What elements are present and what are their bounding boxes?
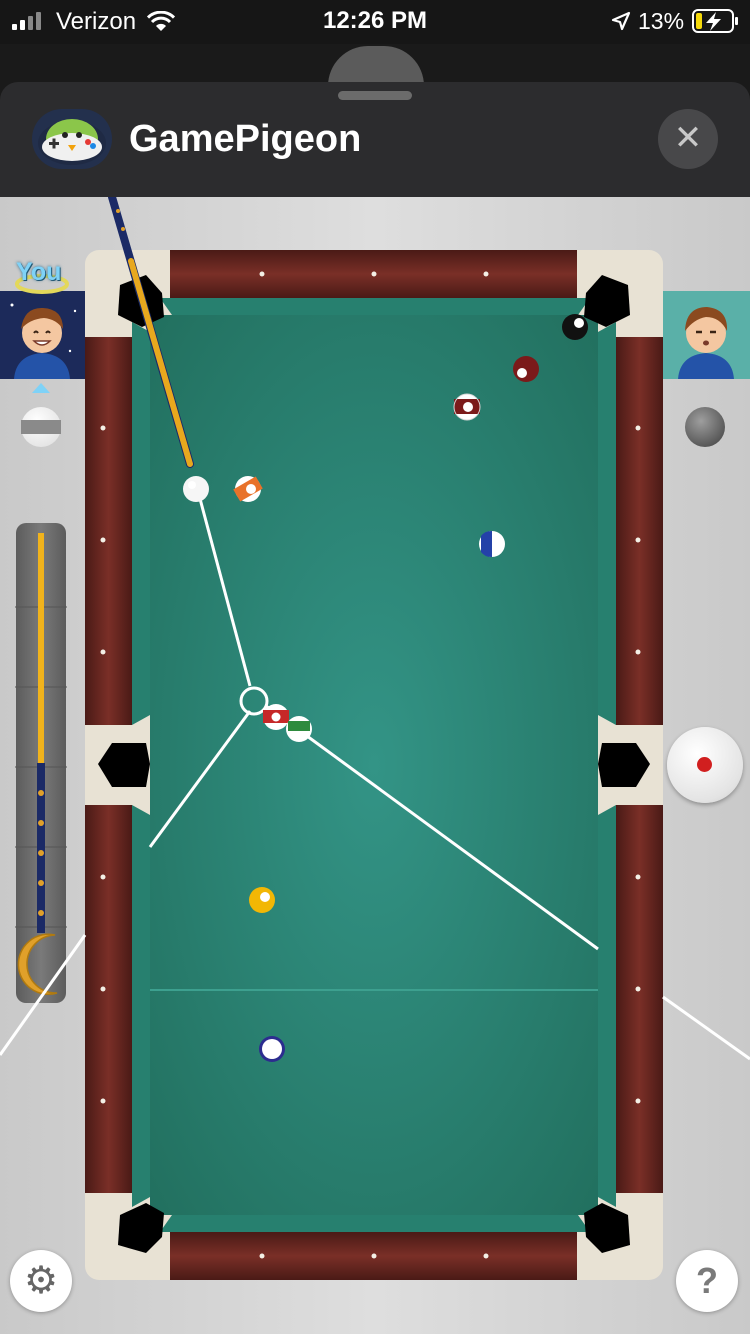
ball-8 (562, 314, 588, 340)
ball-14 (286, 716, 312, 742)
battery-charging-icon (692, 9, 738, 33)
cue-spin-button[interactable] (667, 727, 743, 803)
cue-ball (183, 476, 209, 502)
ball-15 (453, 393, 481, 421)
location-arrow-icon (611, 11, 631, 31)
ball-1 (249, 887, 275, 913)
battery-percent: 13% (638, 8, 685, 34)
ball-2 (259, 1036, 285, 1062)
ball-10 (479, 530, 505, 558)
pool-table[interactable] (0, 197, 750, 1334)
spin-point-indicator (697, 757, 712, 772)
app-sheet-header: GamePigeon ✕ (0, 82, 750, 197)
ball-11 (263, 704, 289, 730)
gamepigeon-logo (32, 109, 112, 169)
question-mark-icon: ? (696, 1260, 718, 1301)
app-title: GamePigeon (129, 118, 362, 160)
pool-game-area: You ⚙ ? (0, 197, 750, 1334)
status-bar: Verizon 12:26 PM 13% (0, 0, 750, 44)
gear-icon: ⚙ (23, 1260, 59, 1302)
ball-7 (513, 356, 539, 382)
close-button[interactable]: ✕ (658, 109, 718, 169)
sheet-grabber[interactable] (338, 91, 412, 100)
help-button[interactable]: ? (676, 1250, 738, 1312)
table-felt[interactable] (150, 315, 598, 1215)
settings-button[interactable]: ⚙ (10, 1250, 72, 1312)
